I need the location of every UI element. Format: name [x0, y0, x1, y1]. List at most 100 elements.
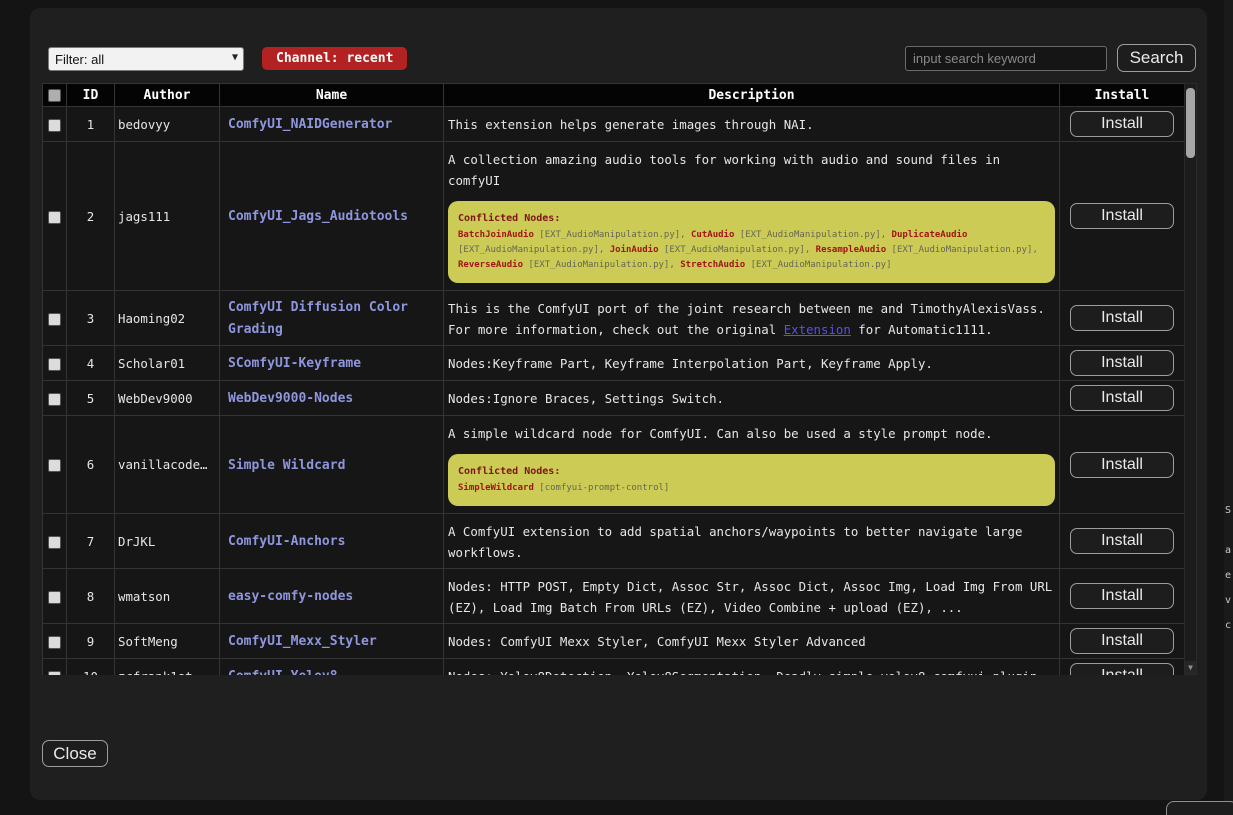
node-name-link[interactable]: ComfyUI_Jags_Audiotools	[228, 209, 408, 224]
row-checkbox[interactable]	[48, 313, 61, 326]
install-button[interactable]: Install	[1070, 583, 1174, 609]
description-text: A simple wildcard node for ComfyUI. Can …	[448, 426, 993, 441]
row-id: 2	[67, 142, 115, 291]
row-checkbox-cell	[43, 416, 67, 514]
row-description: Nodes:Keyframe Part, Keyframe Interpolat…	[444, 346, 1060, 381]
row-checkbox[interactable]	[48, 119, 61, 132]
row-checkbox-cell	[43, 569, 67, 624]
row-id: 1	[67, 107, 115, 142]
row-checkbox[interactable]	[48, 671, 61, 676]
row-description: A ComfyUI extension to add spatial ancho…	[444, 514, 1060, 569]
conflict-node-name: JoinAudio	[610, 245, 659, 255]
conflict-node-source: [EXT_AudioManipulation.py]	[745, 260, 891, 270]
row-author: WebDev9000	[115, 381, 220, 416]
node-name-link[interactable]: ComfyUI_NAIDGenerator	[228, 117, 392, 132]
row-name-cell: ComfyUI_NAIDGenerator	[220, 107, 444, 142]
row-author: zcfrank1st	[115, 659, 220, 676]
table-row: 7 DrJKL ComfyUI-Anchors A ComfyUI extens…	[43, 514, 1185, 569]
node-name-link[interactable]: ComfyUI-Anchors	[228, 534, 345, 549]
description-text: Nodes: Yolov8Detection, Yolov8Segmentati…	[448, 669, 1037, 675]
filter-select[interactable]: Filter: all	[48, 47, 244, 71]
node-name-link[interactable]: WebDev9000-Nodes	[228, 391, 353, 406]
conflict-node-source: [EXT_AudioManipulation.py]	[734, 230, 880, 240]
install-button[interactable]: Install	[1070, 350, 1174, 376]
install-button[interactable]: Install	[1070, 203, 1174, 229]
node-name-link[interactable]: ComfyUI_Mexx_Styler	[228, 634, 377, 649]
row-install-cell: Install	[1060, 514, 1185, 569]
close-button[interactable]: Close	[42, 740, 108, 767]
row-checkbox-cell	[43, 142, 67, 291]
install-button[interactable]: Install	[1070, 111, 1174, 137]
conflict-node-source: [EXT_AudioManipulation.py]	[458, 245, 599, 255]
column-header-install: Install	[1060, 84, 1185, 107]
partial-corner-button[interactable]	[1166, 801, 1233, 815]
conflicted-nodes-list: SimpleWildcard [comfyui-prompt-control]	[458, 481, 1045, 496]
row-checkbox[interactable]	[48, 591, 61, 604]
page-scrollbar[interactable]: Saevc	[1224, 0, 1233, 815]
row-name-cell: ComfyUI-Anchors	[220, 514, 444, 569]
install-button[interactable]: Install	[1070, 452, 1174, 478]
column-header-name: Name	[220, 84, 444, 107]
description-fragment: Nodes: Yolov8Detection, Yolov8Segmentati…	[448, 669, 1037, 675]
conflict-node-source: [EXT_AudioManipulation.py]	[886, 245, 1032, 255]
table-row: 5 WebDev9000 WebDev9000-Nodes Nodes:Igno…	[43, 381, 1185, 416]
row-checkbox[interactable]	[48, 459, 61, 472]
node-name-link[interactable]: ComfyUI Yolov8	[228, 669, 338, 675]
row-checkbox[interactable]	[48, 393, 61, 406]
conflicted-nodes-box: Conflicted Nodes:SimpleWildcard [comfyui…	[448, 454, 1055, 506]
description-text: This is the ComfyUI port of the joint re…	[448, 301, 1045, 337]
install-button[interactable]: Install	[1070, 528, 1174, 554]
search-input[interactable]	[905, 46, 1107, 71]
conflicted-nodes-title: Conflicted Nodes:	[458, 211, 1045, 226]
scrollbar-thumb[interactable]	[1186, 88, 1195, 158]
conflict-node-name: DuplicateAudio	[892, 230, 968, 240]
row-checkbox-cell	[43, 659, 67, 676]
row-name-cell: ComfyUI Yolov8	[220, 659, 444, 676]
row-description: This extension helps generate images thr…	[444, 107, 1060, 142]
scroll-down-arrow-icon[interactable]: ▼	[1185, 661, 1196, 674]
row-checkbox[interactable]	[48, 536, 61, 549]
row-description: Nodes: HTTP POST, Empty Dict, Assoc Str,…	[444, 569, 1060, 624]
clipped-edge-glyph: e	[1225, 570, 1231, 581]
conflict-node-name: BatchJoinAudio	[458, 230, 534, 240]
node-name-link[interactable]: easy-comfy-nodes	[228, 589, 353, 604]
row-checkbox[interactable]	[48, 636, 61, 649]
install-button[interactable]: Install	[1070, 385, 1174, 411]
row-author: SoftMeng	[115, 624, 220, 659]
table-scrollbar[interactable]: ▼	[1184, 83, 1197, 675]
install-button[interactable]: Install	[1070, 663, 1174, 675]
description-fragment: A collection amazing audio tools for wor…	[448, 152, 1000, 188]
row-name-cell: ComfyUI_Mexx_Styler	[220, 624, 444, 659]
description-text: Nodes: ComfyUI Mexx Styler, ComfyUI Mexx…	[448, 634, 866, 649]
description-text: A collection amazing audio tools for wor…	[448, 152, 1000, 188]
conflict-node-source: [EXT_AudioManipulation.py]	[523, 260, 669, 270]
install-button[interactable]: Install	[1070, 628, 1174, 654]
description-text: Nodes:Keyframe Part, Keyframe Interpolat…	[448, 356, 933, 371]
row-author: bedovyy	[115, 107, 220, 142]
filter-select-wrap: Filter: all ▼	[48, 47, 244, 71]
row-author: Scholar01	[115, 346, 220, 381]
row-checkbox-cell	[43, 514, 67, 569]
row-description: A collection amazing audio tools for wor…	[444, 142, 1060, 291]
search-button[interactable]: Search	[1117, 44, 1196, 72]
node-name-link[interactable]: SComfyUI-Keyframe	[228, 356, 361, 371]
conflict-node-name: SimpleWildcard	[458, 483, 534, 493]
column-header-checkbox	[43, 84, 67, 107]
table-row: 10 zcfrank1st ComfyUI Yolov8 Nodes: Yolo…	[43, 659, 1185, 676]
install-button[interactable]: Install	[1070, 305, 1174, 331]
node-name-link[interactable]: ComfyUI Diffusion Color Grading	[228, 300, 408, 337]
table-row: 3 Haoming02 ComfyUI Diffusion Color Grad…	[43, 291, 1185, 346]
conflicted-nodes-box: Conflicted Nodes: BatchJoinAudio [EXT_Aud…	[448, 201, 1055, 283]
row-checkbox[interactable]	[48, 211, 61, 224]
row-install-cell: Install	[1060, 142, 1185, 291]
description-fragment: A simple wildcard node for ComfyUI. Can …	[448, 426, 993, 441]
row-id: 6	[67, 416, 115, 514]
row-author: jags111	[115, 142, 220, 291]
row-description: A simple wildcard node for ComfyUI. Can …	[444, 416, 1060, 514]
description-link[interactable]: Extension	[784, 322, 851, 337]
table-row: 8 wmatson easy-comfy-nodes Nodes: HTTP P…	[43, 569, 1185, 624]
row-checkbox[interactable]	[48, 358, 61, 371]
select-all-checkbox[interactable]	[48, 89, 61, 102]
node-name-link[interactable]: Simple Wildcard	[228, 458, 345, 473]
row-id: 7	[67, 514, 115, 569]
